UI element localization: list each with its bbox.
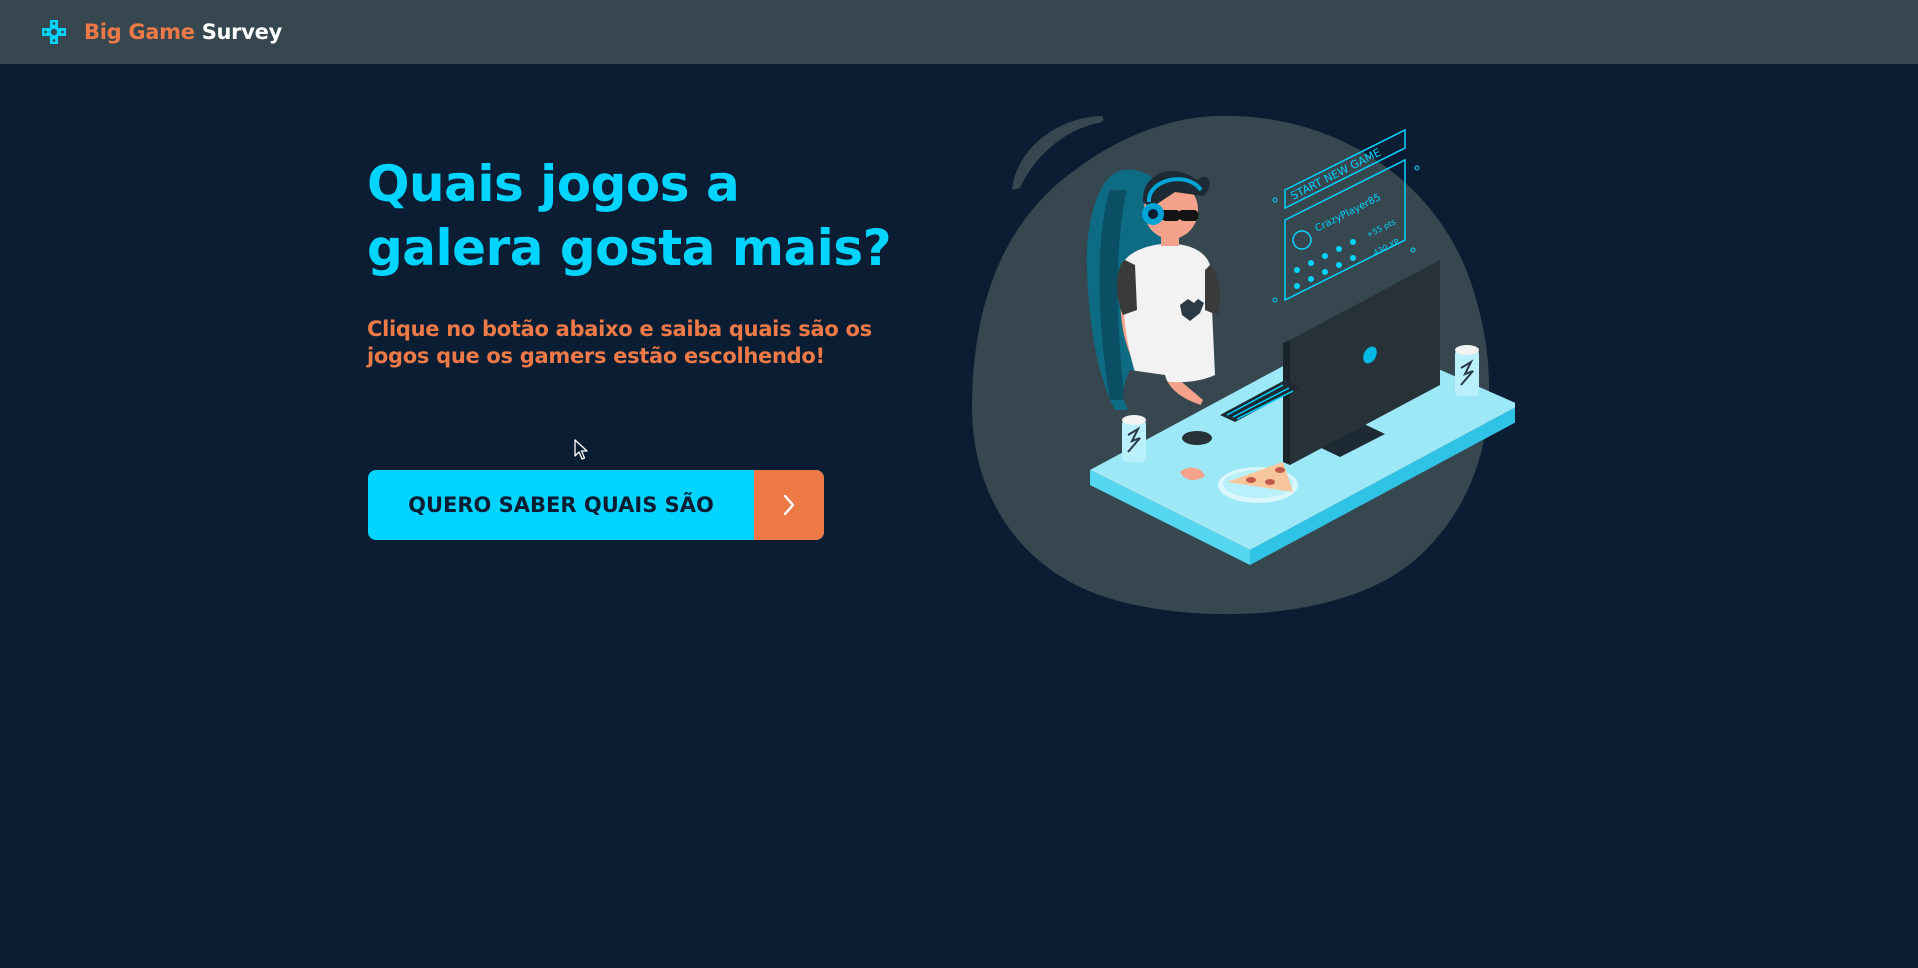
cta-button[interactable]: QUERO SABER QUAIS SÃO: [368, 470, 824, 540]
gamepad-cross-icon: [42, 20, 66, 44]
navbar: Big Game Survey: [0, 0, 1918, 64]
brand-title-part1: Big Game: [84, 20, 195, 44]
cta-arrow-box: [754, 470, 824, 540]
mouse-cursor-icon: [574, 439, 588, 460]
gamer-illustration: START NEW GAME CrazyPlayer85 +55 pts 430…: [971, 115, 1515, 615]
chevron-right-icon: [783, 494, 795, 516]
hero-title-line1: Quais jogos a: [367, 155, 740, 213]
hero-subtitle-line1: Clique no botão abaixo e saiba quais são…: [367, 317, 872, 341]
brand-title-part2: Survey: [201, 20, 283, 44]
desk-mouse: [1182, 431, 1212, 445]
hero-title: Quais jogos a galera gosta mais?: [367, 152, 907, 280]
hero-subtitle: Clique no botão abaixo e saiba quais são…: [367, 316, 887, 370]
hero-subtitle-line2: jogos que os gamers estão escolhendo!: [367, 344, 825, 368]
hero-title-line2: galera gosta mais?: [367, 219, 892, 277]
cta-button-label: QUERO SABER QUAIS SÃO: [408, 493, 714, 517]
brand-title: Big Game Survey: [84, 20, 282, 44]
gamer-shirt: [1123, 243, 1215, 383]
brand[interactable]: Big Game Survey: [38, 16, 282, 48]
